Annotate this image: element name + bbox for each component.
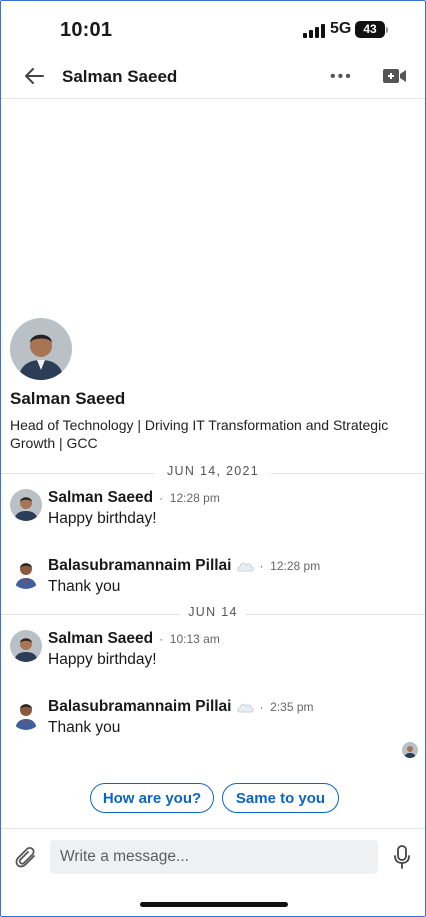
- date-label: JUN 14: [188, 605, 238, 619]
- message-text: Happy birthday!: [48, 651, 157, 668]
- sender-name[interactable]: Salman Saeed · 10:13 am: [48, 630, 220, 648]
- date-label: JUN 14, 2021: [166, 464, 260, 478]
- sender-name[interactable]: Salman Saeed · 12:28 pm: [48, 489, 220, 507]
- message-text: Thank you: [48, 578, 121, 595]
- profile-avatar[interactable]: [10, 318, 72, 380]
- message-time: 12:28 pm: [270, 559, 321, 573]
- sender-avatar[interactable]: [10, 557, 42, 589]
- paperclip-icon[interactable]: [14, 845, 38, 869]
- message-text: Happy birthday!: [48, 510, 157, 527]
- message-time: 12:28 pm: [169, 491, 220, 505]
- suggested-reply-chip[interactable]: How are you?: [90, 783, 214, 813]
- signal-icon: [303, 24, 325, 38]
- cloud-icon: [236, 562, 254, 572]
- battery-tip: [386, 27, 388, 33]
- status-time: 10:01: [60, 19, 113, 41]
- sender-avatar[interactable]: [10, 698, 42, 730]
- read-receipt-avatar: [402, 742, 418, 758]
- message-composer: [0, 828, 426, 885]
- sender-avatar[interactable]: [10, 630, 42, 662]
- battery-icon: 43: [355, 21, 385, 38]
- message-text: Thank you: [48, 719, 121, 736]
- network-label: 5G: [330, 20, 352, 37]
- window-frame: [0, 0, 426, 917]
- sender-name[interactable]: Balasubramannaim Pillai · 2:35 pm: [48, 698, 314, 716]
- header-title[interactable]: Salman Saeed: [62, 67, 177, 87]
- sender-name[interactable]: Balasubramannaim Pillai · 12:28 pm: [48, 557, 320, 575]
- sender-avatar[interactable]: [10, 489, 42, 521]
- home-indicator: [140, 902, 288, 907]
- message-input[interactable]: [50, 840, 378, 874]
- video-call-icon[interactable]: [383, 67, 407, 85]
- profile-name[interactable]: Salman Saeed: [10, 389, 125, 409]
- cloud-icon: [236, 703, 254, 713]
- date-divider: JUN 14, 2021: [0, 464, 426, 482]
- status-bar: 10:01 5G 43: [0, 0, 426, 56]
- microphone-icon[interactable]: [393, 845, 411, 869]
- message-time: 2:35 pm: [270, 700, 314, 714]
- conversation-header: Salman Saeed •••: [0, 56, 426, 99]
- profile-headline: Head of Technology | Driving IT Transfor…: [10, 417, 389, 451]
- suggested-reply-chip[interactable]: Same to you: [222, 783, 339, 813]
- back-arrow-icon[interactable]: [22, 64, 46, 88]
- date-divider: JUN 14: [0, 605, 426, 623]
- ellipsis-icon[interactable]: •••: [330, 68, 353, 86]
- message-time: 10:13 am: [169, 632, 220, 646]
